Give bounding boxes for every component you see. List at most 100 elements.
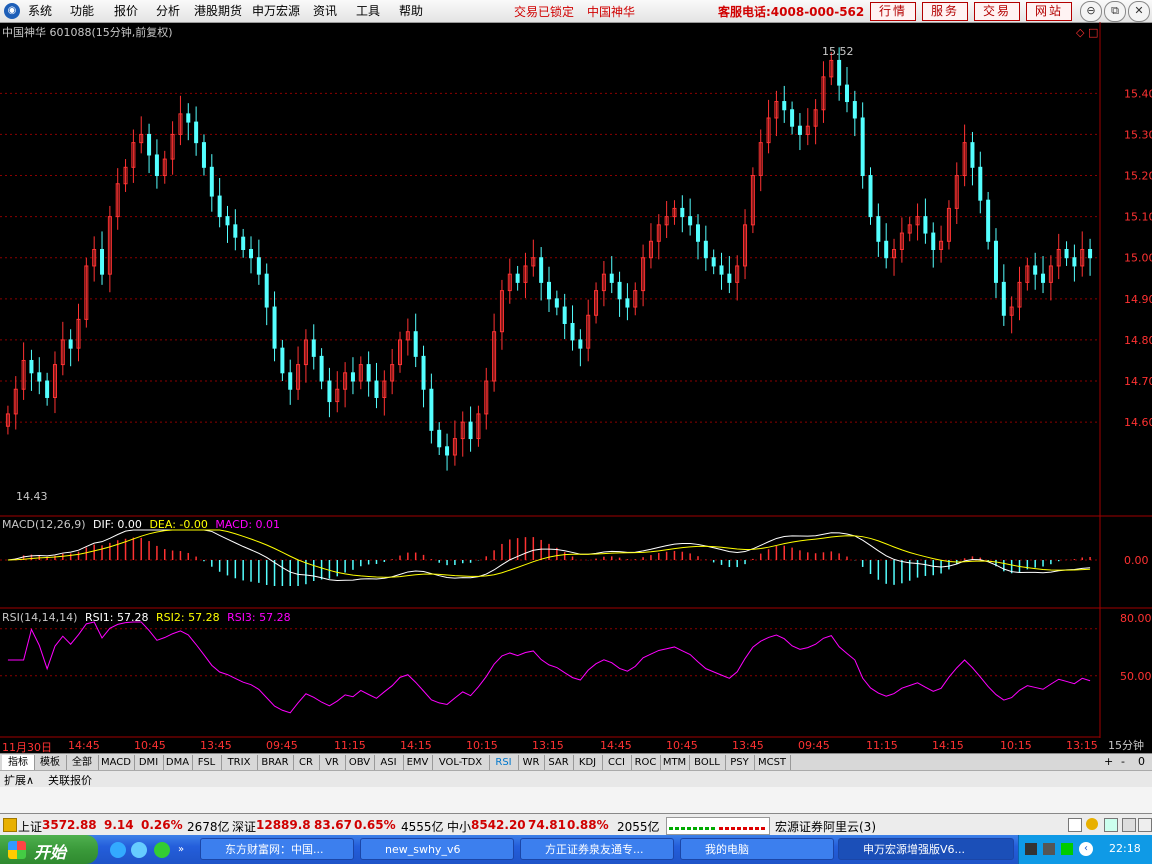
period-label[interactable]: 15分钟 [1100,738,1152,754]
zoom-out-button[interactable]: - [1121,755,1125,768]
market-button[interactable]: 行情 [870,2,916,21]
candle-body [719,265,724,275]
candle-body [249,249,254,259]
macd-header: MACD(12,26,9) DIF: 0.00 DEA: -0.00 MACD:… [2,518,280,531]
rsi2-value: RSI2: 57.28 [156,611,220,624]
zoom-controls: + - 0 [1100,754,1152,770]
indicator-tab-dma[interactable]: DMA [163,755,193,770]
sh-value: 3572.88 [42,818,97,832]
indicator-tab-sar[interactable]: SAR [544,755,574,770]
indicator-tab-macd[interactable]: MACD [98,755,135,770]
media-icon[interactable] [154,842,170,858]
ie-icon[interactable] [110,842,126,858]
rsi-name: RSI(14,14,14) [2,611,77,624]
tray-expand-icon[interactable]: ‹ [1079,842,1093,856]
tray-icon[interactable] [1025,843,1037,855]
indicator-tab-rsi[interactable]: RSI [489,755,519,770]
menu-function[interactable]: 功能 [70,3,94,19]
price-tick-label: 15.00 [1124,252,1152,265]
more-icon[interactable]: » [178,844,184,855]
time-label: 14:15 [400,739,432,752]
window-icon[interactable] [1068,818,1082,832]
menu-tools[interactable]: 工具 [356,3,380,19]
candle-body [617,281,622,300]
zx-value: 8542.20 [471,818,526,832]
indicator-tab-boll[interactable]: BOLL [689,755,726,770]
indicator-tab-roc[interactable]: ROC [631,755,661,770]
indicator-tab-obv[interactable]: OBV [345,755,375,770]
restore-icon[interactable]: ⧉ [1104,1,1126,22]
indicator-tab-mtm[interactable]: MTM [660,755,690,770]
service-button[interactable]: 服务 [922,2,968,21]
system-tray: ‹ 22:18 [1018,835,1152,864]
zoom-in-button[interactable]: + [1104,755,1113,768]
start-button[interactable]: 开始 [0,835,98,864]
expand-tab[interactable]: 扩展∧ [4,772,34,788]
indicator-tab-emv[interactable]: EMV [403,755,433,770]
chart-config-icon[interactable]: ◇ [1076,26,1085,39]
trade-button[interactable]: 交易 [974,2,1020,21]
clock: 22:18 [1109,842,1141,855]
indicator-tab-cr[interactable]: CR [293,755,320,770]
zoom-reset-button[interactable]: 0 [1138,755,1145,768]
sh-amount: 2678亿 [187,820,230,834]
rsi-header: RSI(14,14,14) RSI1: 57.28 RSI2: 57.28 RS… [2,611,291,624]
coin-icon[interactable] [1086,818,1098,830]
candle-body [782,101,787,111]
menu-news[interactable]: 资讯 [313,3,337,19]
menu-swhy[interactable]: 申万宏源 [252,3,300,19]
menu-quote[interactable]: 报价 [114,3,138,19]
candle-body [884,240,889,259]
menu-hk-futures[interactable]: 港股期货 [194,3,242,19]
indicator-tab-fsl[interactable]: FSL [192,755,222,770]
task-founder[interactable]: 方正证券泉友通专... [520,838,674,860]
candle-body [272,306,277,349]
candle-body [209,166,214,197]
indicator-tab-模板[interactable]: 模板 [34,755,67,770]
menu-system[interactable]: 系统 [28,3,52,19]
kline-chart[interactable]: 15.40 15.30 15.20 15.10 15.00 14.90 14.80 14.70… [0,22,1152,738]
candle-body [695,224,700,242]
indicator-tab-指标[interactable]: 指标 [2,755,35,770]
task-eastmoney[interactable]: 东方财富网：中国... [200,838,354,860]
candle-body [868,175,873,218]
candle-body [727,273,732,283]
indicator-tab-mcst[interactable]: MCST [754,755,791,770]
candle-body [1041,273,1046,283]
indicator-tab-vol-tdx[interactable]: VOL-TDX [432,755,490,770]
lock-icon[interactable] [3,818,17,832]
indicator-tab-dmi[interactable]: DMI [134,755,164,770]
price-axis: 15.40 15.30 15.20 15.10 15.00 14.90 14.80 14.70… [1124,87,1152,429]
settings-icon[interactable] [1138,818,1152,832]
signal-icon[interactable] [1104,818,1118,832]
indicator-tab-cci[interactable]: CCI [602,755,632,770]
indicator-tab-psy[interactable]: PSY [725,755,755,770]
menu-analysis[interactable]: 分析 [156,3,180,19]
task-new-swhy[interactable]: new_swhy_v6 [360,838,514,860]
indicator-tab-trix[interactable]: TRIX [221,755,258,770]
task-my-computer[interactable]: 我的电脑 [680,838,834,860]
indicator-tab-kdj[interactable]: KDJ [573,755,603,770]
related-quotes-tab[interactable]: 关联报价 [48,772,92,788]
minimize-icon[interactable]: ⊖ [1080,1,1102,22]
price-tick-label: 14.60 [1124,416,1152,429]
lock-status-icon[interactable] [1122,818,1136,832]
task-swhy-enhanced[interactable]: 申万宏源增强版V6... [838,838,1014,860]
candle-body [711,257,716,267]
indicator-tab-vr[interactable]: VR [319,755,346,770]
menu-help[interactable]: 帮助 [399,3,423,19]
tray-icon[interactable] [1043,843,1055,855]
tray-icon[interactable] [1061,843,1073,855]
website-button[interactable]: 网站 [1026,2,1072,21]
candle-body [154,154,159,177]
time-label: 14:15 [932,739,964,752]
indicator-tab-brar[interactable]: BRAR [257,755,294,770]
indicator-tab-asi[interactable]: ASI [374,755,404,770]
close-icon[interactable]: ✕ [1128,1,1150,22]
indicator-tab-wr[interactable]: WR [518,755,545,770]
chart-maximize-icon[interactable]: □ [1088,26,1098,39]
browser-icon[interactable] [131,842,147,858]
indicator-tab-全部[interactable]: 全部 [66,755,99,770]
candle-body [319,355,324,382]
time-label: 14:45 [68,739,100,752]
